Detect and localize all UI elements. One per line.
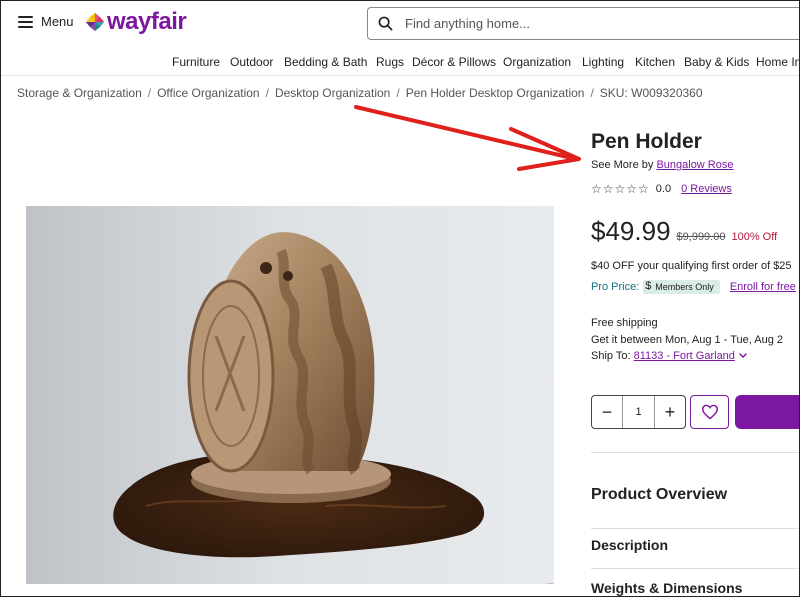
nav-item-bedding-bath[interactable]: Bedding & Bath [284,55,367,69]
wayfair-pinwheel-icon [86,13,104,31]
weights-dimensions-section[interactable]: Weights & Dimensions [591,580,742,596]
browser-viewport: Menu wayfair Furniture Out [0,0,800,597]
pen-holder-photo [26,206,554,584]
section-divider [591,568,799,569]
free-shipping: Free shipping [591,317,658,329]
see-more-by: See More by Bungalow Rose [591,159,734,171]
star-rating-icon: ☆☆☆☆☆ [591,182,650,196]
site-header: Menu wayfair [1,1,799,47]
logo-wordmark: wayfair [107,8,187,35]
category-nav: Furniture Outdoor Bedding & Bath Rugs Dé… [1,49,799,75]
nav-divider [1,75,799,76]
description-section[interactable]: Description [591,537,668,553]
price-row: $49.99 $9,999.00 100% Off [591,216,777,247]
search-icon [378,16,393,31]
menu-label: Menu [41,14,74,29]
heart-icon [701,404,718,420]
ship-to-label: Ship To: [591,350,631,362]
nav-item-baby-kids[interactable]: Baby & Kids [684,55,749,69]
ship-to-location-link[interactable]: 81133 - Fort Garland [634,350,735,362]
pro-price-label: Pro Price: [591,281,640,293]
members-only-badge: $ Members Only [643,280,720,294]
pro-dollar: $ [645,280,652,292]
section-divider [591,452,799,453]
original-price: $9,999.00 [676,231,726,243]
quantity-value[interactable]: 1 [622,396,655,428]
hamburger-icon [18,15,33,28]
breadcrumb-sku: SKU: W009320360 [599,86,703,100]
ship-to: Ship To: 81133 - Fort Garland [591,350,748,362]
search-input[interactable] [403,15,787,32]
decrease-quantity-button[interactable]: − [592,396,622,428]
nav-item-kitchen[interactable]: Kitchen [635,55,675,69]
sale-price: $49.99 [591,216,671,246]
breadcrumb-office-organization[interactable]: Office Organization [157,86,260,100]
nav-item-decor-pillows[interactable]: Décor & Pillows [412,55,496,69]
increase-quantity-button[interactable]: + [655,396,685,428]
product-title: Pen Holder [591,130,702,153]
search-bar[interactable] [367,7,799,40]
breadcrumb-pen-holder-desktop-organization[interactable]: Pen Holder Desktop Organization [406,86,585,100]
brand-link[interactable]: Bungalow Rose [656,159,733,171]
nav-item-home-improvement[interactable]: Home In [756,55,799,69]
wayfair-logo[interactable]: wayfair [85,8,187,35]
rating-value: 0.0 [655,183,672,195]
nav-item-furniture[interactable]: Furniture [172,55,220,69]
menu-button[interactable]: Menu [18,14,74,29]
nav-item-rugs[interactable]: Rugs [376,55,404,69]
product-overview-heading[interactable]: Product Overview [591,486,727,504]
add-to-cart-button[interactable] [735,395,799,429]
annotation-arrow-icon [354,105,581,171]
breadcrumb-desktop-organization[interactable]: Desktop Organization [275,86,390,100]
product-image[interactable] [26,206,554,584]
nav-item-outdoor[interactable]: Outdoor [230,55,273,69]
breadcrumb-storage-organization[interactable]: Storage & Organization [17,86,142,100]
enroll-link[interactable]: Enroll for free [730,281,796,293]
quantity-stepper: − 1 + [591,395,686,429]
nav-item-organization[interactable]: Organization [503,55,571,69]
discount-badge: 100% Off [731,231,778,243]
promo-text: $40 OFF your qualifying first order of $… [591,260,792,272]
see-more-prefix: See More by [591,159,654,171]
section-divider [591,528,799,529]
favorite-button[interactable] [690,395,729,429]
delivery-estimate: Get it between Mon, Aug 1 - Tue, Aug 2 [591,334,784,346]
breadcrumb: Storage & Organization / Office Organizati… [17,86,703,100]
pro-price-row: Pro Price: $ Members Only Enroll for free [591,280,796,294]
reviews-link[interactable]: 0 Reviews [681,183,732,195]
nav-item-lighting[interactable]: Lighting [582,55,624,69]
chevron-down-icon[interactable] [738,352,748,360]
rating-row: ☆☆☆☆☆ 0.0 0 Reviews [591,182,732,196]
